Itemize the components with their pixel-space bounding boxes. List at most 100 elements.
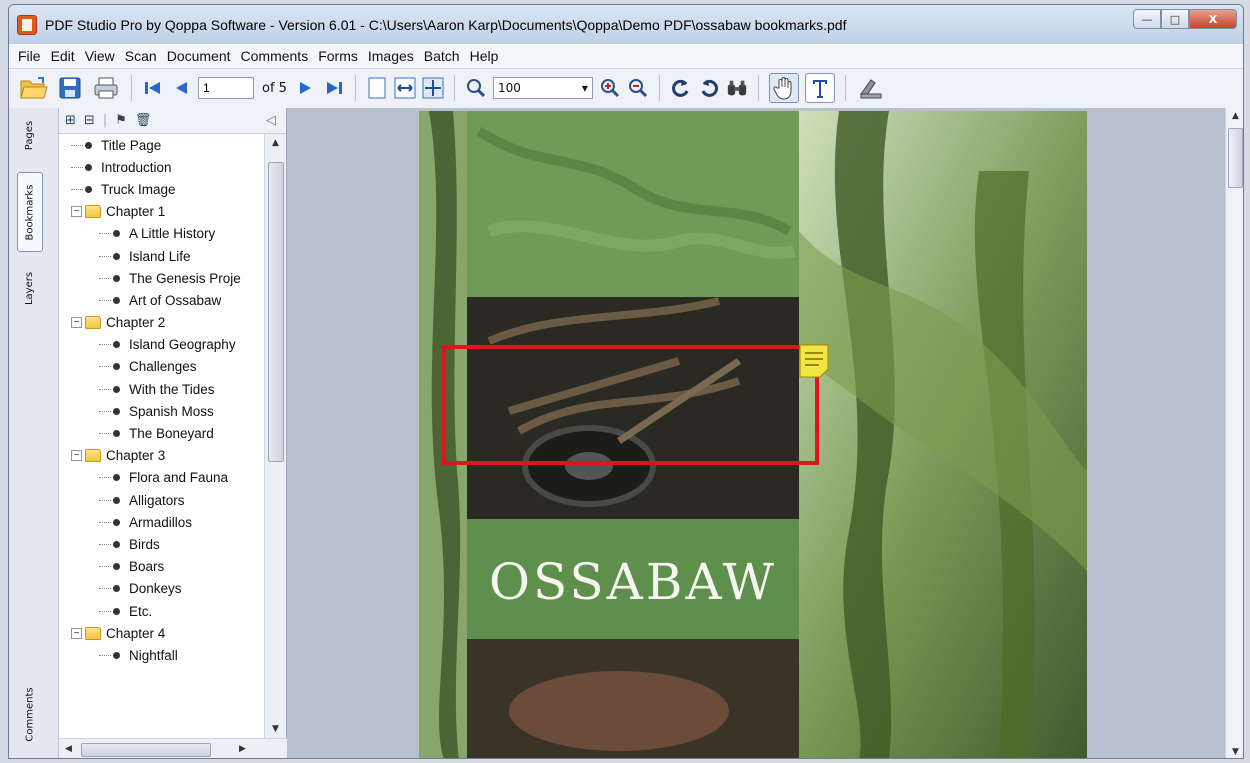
print-icon[interactable] — [91, 73, 121, 103]
menu-comments[interactable]: Comments — [236, 48, 314, 64]
zoom-icon[interactable] — [465, 73, 487, 103]
toolbar-separator — [757, 75, 759, 101]
bookmarks-scrollbar[interactable]: ▲ ▼ — [264, 134, 286, 738]
zoom-in-icon[interactable] — [599, 73, 621, 103]
maximize-button[interactable]: □ — [1161, 9, 1189, 29]
doc-scroll-thumb[interactable] — [1228, 128, 1243, 188]
delete-bookmark-icon[interactable]: 🗑 — [135, 113, 152, 128]
bookmark-item[interactable]: Nightfall — [59, 644, 255, 666]
zoom-out-icon[interactable] — [627, 73, 649, 103]
folder-icon — [85, 316, 101, 330]
tree-connector — [99, 433, 111, 435]
bookmark-item[interactable]: Boars — [59, 556, 255, 578]
menu-forms[interactable]: Forms — [313, 48, 363, 64]
open-folder-icon[interactable] — [19, 73, 49, 103]
find-icon[interactable] — [726, 73, 748, 103]
bookmark-item[interactable]: The Genesis Proje — [59, 267, 255, 289]
bookmark-item[interactable]: Challenges — [59, 356, 255, 378]
bullet-icon — [113, 407, 120, 415]
collapse-toggle-icon[interactable]: − — [71, 627, 82, 639]
fit-width-icon[interactable] — [394, 73, 416, 103]
bookmark-folder[interactable]: − Chapter 2 — [59, 312, 255, 334]
menu-file[interactable]: File — [13, 48, 46, 64]
bullet-icon — [113, 563, 120, 571]
bookmark-item[interactable]: Truck Image — [59, 178, 255, 200]
menu-batch[interactable]: Batch — [419, 48, 465, 64]
bookmark-item[interactable]: Flora and Fauna — [59, 467, 255, 489]
minimize-button[interactable]: — — [1133, 9, 1161, 29]
tree-connector — [99, 388, 111, 390]
bookmark-item[interactable]: Donkeys — [59, 578, 255, 600]
tab-comments[interactable]: Comments — [17, 676, 43, 752]
document-scrollbar[interactable]: ▲ ▼ — [1225, 108, 1243, 758]
bookmarks-hscrollbar[interactable]: ◀ ▶ — [59, 738, 287, 758]
scroll-right-icon[interactable]: ▶ — [239, 744, 246, 754]
bookmark-item[interactable]: Title Page — [59, 134, 255, 156]
hand-tool-icon[interactable] — [768, 73, 799, 103]
next-page-icon[interactable] — [295, 73, 317, 103]
bookmark-item[interactable]: Art of Ossabaw — [59, 289, 255, 311]
doc-scroll-up-icon[interactable]: ▲ — [1232, 111, 1239, 121]
collapse-all-icon[interactable]: ⊟ — [84, 113, 95, 128]
bookmark-item[interactable]: Etc. — [59, 600, 255, 622]
page-number-input[interactable] — [198, 77, 254, 99]
document-viewer[interactable]: OSSABAW ▲ ▼ — [287, 108, 1243, 758]
bookmark-item[interactable]: Armadillos — [59, 511, 255, 533]
expand-all-icon[interactable]: ⊞ — [65, 113, 76, 128]
tab-pages[interactable]: Pages — [17, 112, 43, 158]
tab-bookmarks[interactable]: Bookmarks — [17, 172, 43, 252]
menu-help[interactable]: Help — [465, 48, 504, 64]
bookmark-tree: Title Page Introduction Truck Image − Chapte… — [59, 134, 255, 738]
bookmark-item[interactable]: Spanish Moss — [59, 400, 255, 422]
bookmark-item[interactable]: Island Life — [59, 245, 255, 267]
bookmark-item[interactable]: Introduction — [59, 156, 255, 178]
scroll-up-icon[interactable]: ▲ — [272, 138, 279, 148]
last-page-icon[interactable] — [323, 73, 345, 103]
fit-page-icon[interactable] — [422, 73, 444, 103]
single-page-icon[interactable] — [366, 73, 388, 103]
save-icon[interactable] — [55, 73, 85, 103]
bookmark-folder[interactable]: − Chapter 4 — [59, 622, 255, 644]
rotate-ccw-icon[interactable] — [670, 73, 692, 103]
menu-edit[interactable]: Edit — [46, 48, 80, 64]
hscroll-thumb[interactable] — [81, 743, 211, 757]
bookmark-item[interactable]: With the Tides — [59, 378, 255, 400]
stamp-icon[interactable] — [856, 73, 886, 103]
tree-connector — [71, 188, 83, 190]
rotate-cw-icon[interactable] — [698, 73, 720, 103]
collapse-toggle-icon[interactable]: − — [71, 317, 82, 329]
menu-document[interactable]: Document — [162, 48, 236, 64]
bookmark-item[interactable]: Alligators — [59, 489, 255, 511]
zoom-select[interactable]: 100 ▾ — [492, 77, 593, 99]
bookmark-label: Spanish Moss — [129, 403, 214, 419]
zoom-value: 100 — [497, 81, 521, 95]
text-select-icon[interactable] — [804, 73, 835, 103]
scroll-down-icon[interactable]: ▼ — [272, 724, 279, 734]
prev-page-icon[interactable] — [170, 73, 192, 103]
scroll-thumb[interactable] — [268, 162, 284, 462]
menu-scan[interactable]: Scan — [120, 48, 162, 64]
add-bookmark-icon[interactable]: ⚑ — [115, 113, 127, 128]
bookmark-item[interactable]: Island Geography — [59, 334, 255, 356]
tab-layers[interactable]: Layers — [17, 260, 43, 316]
bullet-icon — [113, 518, 120, 526]
collapse-toggle-icon[interactable]: − — [71, 450, 82, 462]
bookmark-item[interactable]: A Little History — [59, 223, 255, 245]
chevron-down-icon: ▾ — [581, 81, 588, 95]
collapse-panel-icon[interactable]: ◁ — [266, 113, 276, 128]
bookmark-item[interactable]: Birds — [59, 533, 255, 555]
collapse-toggle-icon[interactable]: − — [71, 206, 82, 218]
first-page-icon[interactable] — [142, 73, 164, 103]
bullet-icon — [113, 474, 120, 482]
doc-scroll-down-icon[interactable]: ▼ — [1232, 747, 1239, 757]
bookmark-item[interactable]: The Boneyard — [59, 422, 255, 444]
pdf-page[interactable]: OSSABAW — [419, 111, 1087, 758]
menu-view[interactable]: View — [80, 48, 120, 64]
scroll-left-icon[interactable]: ◀ — [65, 744, 72, 754]
close-button[interactable]: X — [1189, 9, 1237, 29]
bookmark-folder[interactable]: − Chapter 1 — [59, 201, 255, 223]
bookmark-folder[interactable]: − Chapter 3 — [59, 445, 255, 467]
menu-images[interactable]: Images — [363, 48, 419, 64]
sticky-note-annotation[interactable] — [799, 344, 829, 378]
bookmark-label: Title Page — [101, 137, 162, 153]
